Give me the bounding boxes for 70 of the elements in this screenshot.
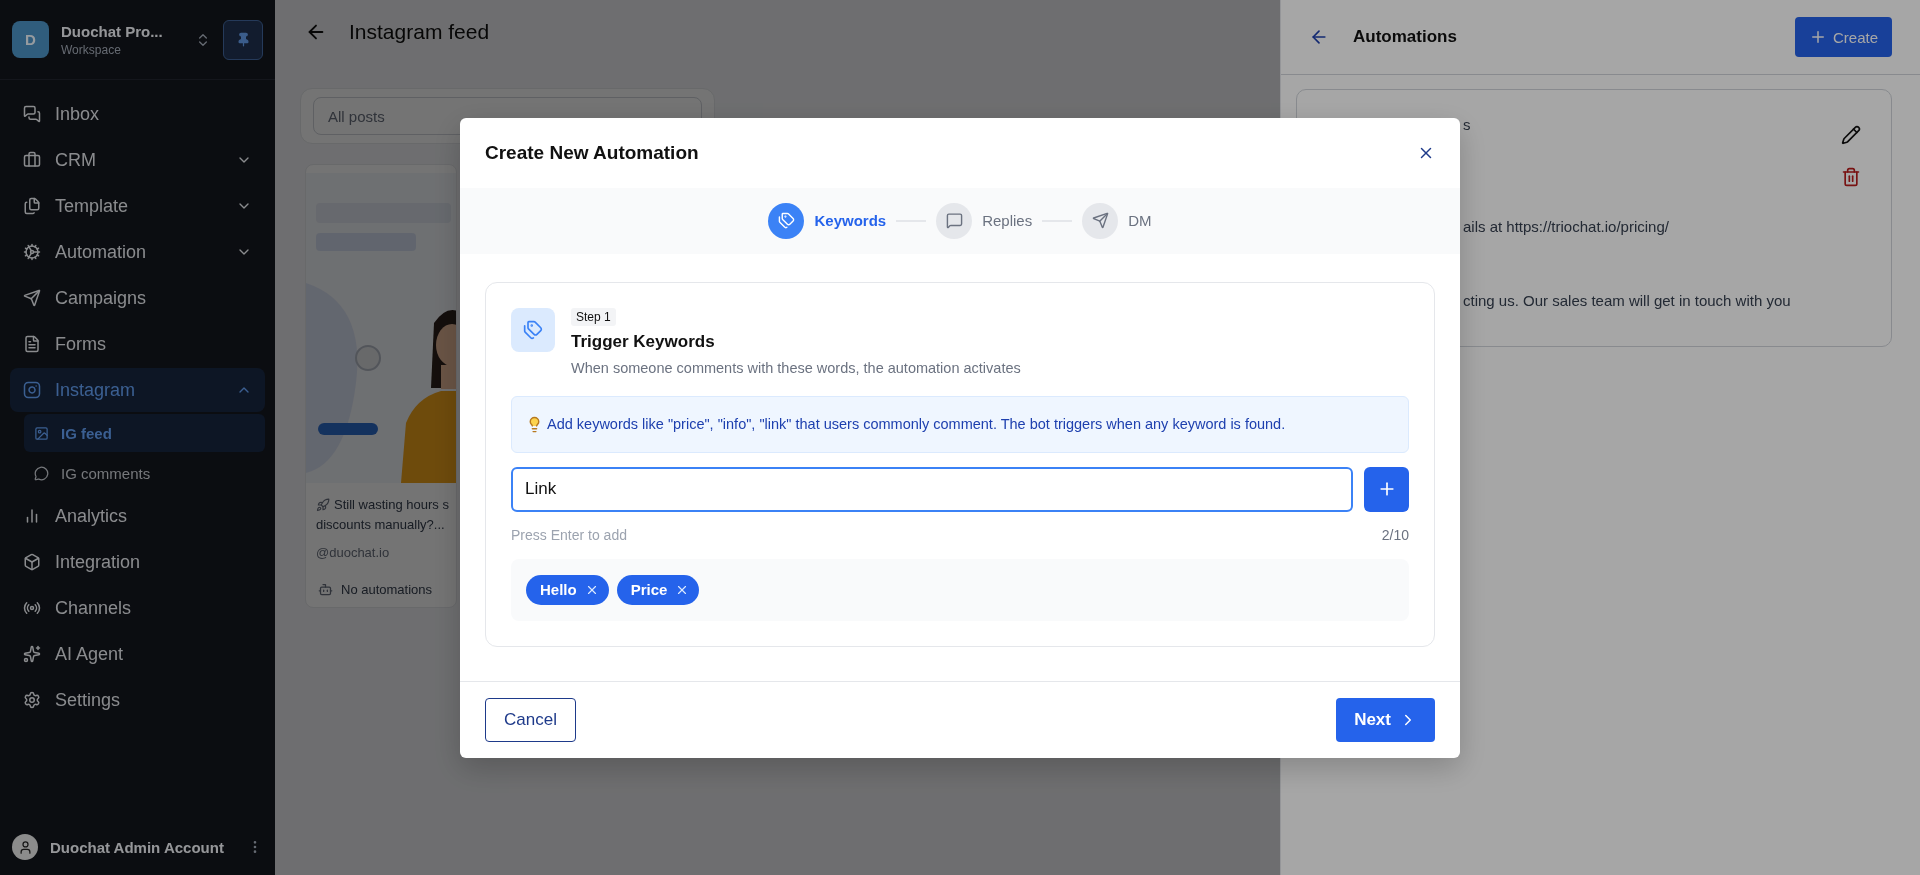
settings-icon [23,691,41,709]
cube-icon [23,553,41,571]
sidebar-item[interactable]: Forms [10,322,265,366]
tags-icon [777,212,795,229]
automation-status: No automations [341,582,433,597]
add-button[interactable] [1364,466,1409,512]
automation-text: ails at https://triochat.io/pricing/ [1463,217,1670,237]
sidebar-item[interactable]: AI Agent [10,632,265,676]
image-icon [34,425,49,441]
rocket-icon [316,498,330,512]
step-badge: Step 1 [571,307,616,326]
sidebar-item[interactable]: Automation [10,230,265,274]
sidebar-item[interactable]: Settings [10,678,265,722]
sidebar-item[interactable]: Integration [10,540,265,584]
page-title: Instagram feed [349,20,490,44]
sidebar-subitem[interactable]: IG comments [24,454,265,492]
automation-text: cting us. Our sales team will get in touch with you [1463,291,1792,311]
post-handle: @duochat.io [316,545,390,560]
sidebar-item[interactable]: Template [10,184,265,228]
sidebar-item[interactable]: Campaigns [10,276,265,320]
gear-icon [23,243,41,261]
dialog-title: Create New Automation [485,141,699,164]
sidebar-item[interactable]: Inbox [10,92,265,136]
bot-icon [318,582,333,597]
cancel-button[interactable]: Cancel [485,697,576,742]
pin-icon [235,32,251,47]
pin-button[interactable] [223,19,263,60]
chat-bubbles-icon [23,105,41,123]
workspace-subtitle: Workspace [61,42,122,57]
next-button[interactable]: Next [1336,697,1435,742]
step-indicator[interactable] [768,202,805,239]
send-icon [23,289,41,307]
create-button[interactable]: Create [1794,17,1892,57]
step-label[interactable]: Keywords [814,212,887,229]
input-hint: Press Enter to add [511,526,627,543]
step-indicator[interactable] [936,202,973,239]
broadcast-icon [23,599,41,617]
sidebar-item[interactable]: Channels [10,586,265,630]
send-icon [1091,212,1109,229]
keyword-counter: 2/10 [1381,526,1409,543]
post-card[interactable]: Still wasting hours s discounts manually?... @duochat.io No automations [305,164,457,608]
tip-text: Add keywords like "price", "info", "link" that users commonly comment. The bot triggers when any keyword is found. [547,416,1286,432]
post-caption: Still wasting hours s [316,495,449,515]
section-description: When someone comments with these words, the automation activates [571,359,1021,376]
post-caption: discounts manually?... [316,516,445,534]
section-title: Trigger Keywords [571,331,715,352]
briefcase-icon [23,151,41,169]
keyword-input[interactable]: Link [511,466,1353,512]
sidebar-item[interactable]: Analytics [10,494,265,538]
step-label[interactable]: DM [1128,212,1152,229]
account-name: Duochat Admin Account [50,838,225,856]
tags-icon [511,307,555,352]
keyword-label: Hello [540,581,577,598]
step-indicator[interactable] [1082,202,1119,239]
document-icon [23,335,41,353]
trash-icon[interactable] [1841,167,1861,187]
keyword-label: Price [630,581,668,598]
files-icon [23,197,41,215]
instagram-icon [23,381,41,399]
workspace-name: Duochat Pro... [61,22,164,40]
account-avatar [12,834,38,860]
chat-bubble-icon [34,465,49,481]
sparkles-icon [23,645,41,663]
drawer-title: Automations [1353,27,1458,47]
edit-icon[interactable] [1841,125,1861,145]
step-label[interactable]: Replies [982,212,1033,229]
sidebar-item[interactable]: CRM [10,138,265,182]
workspace-avatar: D [12,21,49,58]
chat-bubble-icon [945,212,963,229]
automation-text: s [1463,115,1472,135]
